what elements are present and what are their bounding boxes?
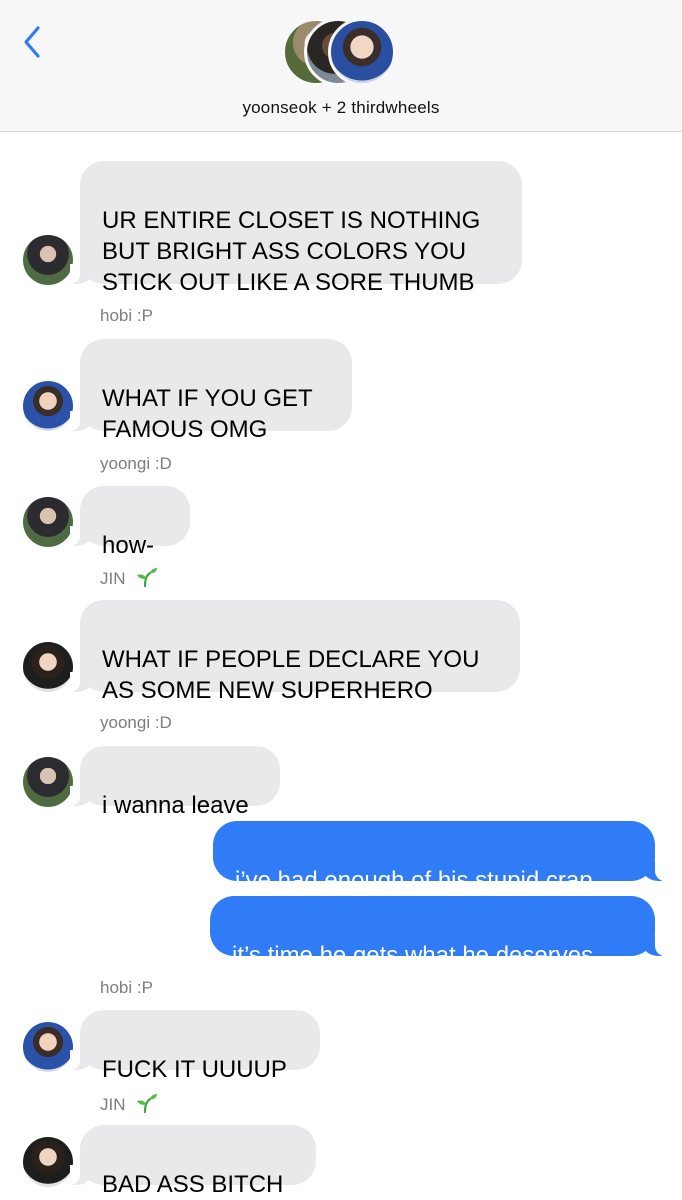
- message-text: BAD ASS BITCH: [102, 1171, 284, 1198]
- message-text: FUCK IT UUUUP: [102, 1056, 287, 1083]
- seedling-icon: [137, 568, 158, 587]
- message-text: i wanna leave: [102, 792, 249, 819]
- sender-label: hobi :P: [100, 978, 153, 997]
- message-bubble[interactable]: i wanna leave: [70, 746, 280, 819]
- conversation-header: yoonseok + 2 thirdwheels: [0, 0, 682, 132]
- avatar-hobi[interactable]: [23, 381, 73, 431]
- conversation-title[interactable]: yoonseok + 2 thirdwheels: [0, 98, 682, 118]
- message-text: how-: [102, 532, 155, 559]
- message-bubble[interactable]: how-: [70, 486, 190, 559]
- message-text: UR ENTIRE CLOSET IS NOTHING BUT BRIGHT A…: [102, 207, 481, 296]
- message-bubble[interactable]: WHAT IF YOU GET FAMOUS OMG: [70, 339, 352, 443]
- outgoing-message-bubble[interactable]: it’s time he gets what he deserves: [210, 896, 665, 969]
- avatar-yoongi[interactable]: [23, 497, 73, 547]
- avatar-hobi[interactable]: [23, 1022, 73, 1072]
- message-bubble[interactable]: WHAT IF PEOPLE DECLARE YOU AS SOME NEW S…: [70, 600, 520, 704]
- avatar-jin[interactable]: [23, 642, 73, 692]
- chevron-left-icon: [24, 26, 40, 58]
- group-member-avatar: [328, 18, 396, 86]
- message-bubble[interactable]: UR ENTIRE CLOSET IS NOTHING BUT BRIGHT A…: [70, 161, 522, 296]
- avatar-jin[interactable]: [23, 1137, 73, 1187]
- sender-label: yoongi :D: [100, 454, 172, 473]
- group-avatar-stack[interactable]: [282, 18, 402, 90]
- back-button[interactable]: [18, 24, 48, 60]
- sender-label: yoongi :D: [100, 713, 172, 732]
- avatar-yoongi[interactable]: [23, 235, 73, 285]
- sender-name: JIN: [100, 569, 126, 588]
- sender-label: hobi :P: [100, 306, 153, 325]
- sender-label: JIN: [100, 1093, 158, 1115]
- message-text: it’s time he gets what he deserves: [232, 942, 594, 969]
- sender-name: JIN: [100, 1095, 126, 1114]
- message-text: i’ve had enough of his stupid crap: [235, 867, 593, 894]
- outgoing-message-bubble[interactable]: i’ve had enough of his stupid crap: [213, 821, 665, 894]
- message-text: WHAT IF PEOPLE DECLARE YOU AS SOME NEW S…: [102, 646, 480, 704]
- seedling-icon: [137, 1094, 158, 1113]
- message-bubble[interactable]: BAD ASS BITCH: [70, 1125, 316, 1198]
- message-bubble[interactable]: FUCK IT UUUUP: [70, 1010, 320, 1083]
- message-text: WHAT IF YOU GET FAMOUS OMG: [102, 385, 313, 443]
- avatar-yoongi[interactable]: [23, 757, 73, 807]
- sender-label: JIN: [100, 567, 158, 589]
